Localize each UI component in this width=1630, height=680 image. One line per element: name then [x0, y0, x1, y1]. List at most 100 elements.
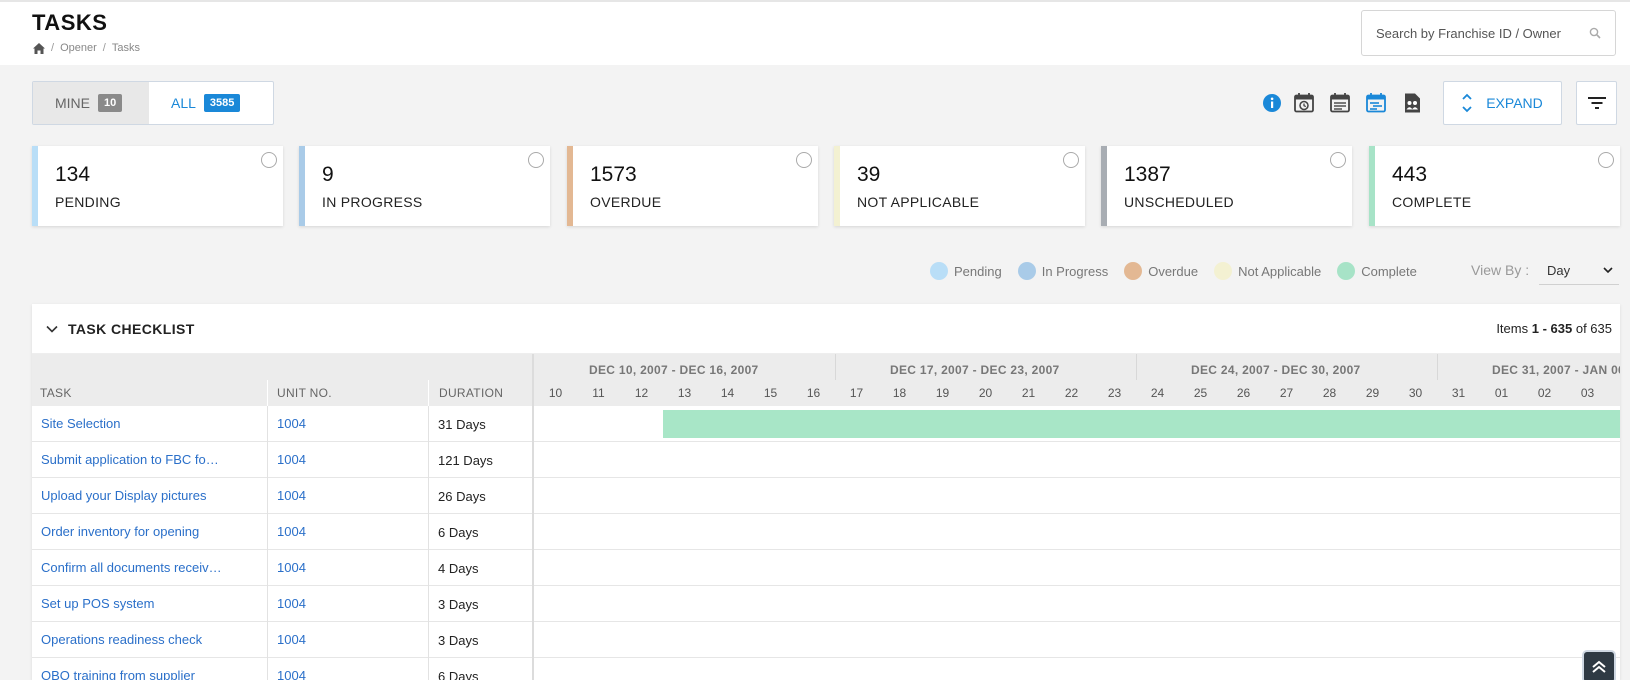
status-legend: Pending In Progress Overdue Not Applicab… [930, 262, 1433, 280]
duration-value: 3 Days [438, 597, 479, 612]
unit-link[interactable]: 1004 [277, 488, 306, 503]
unit-link[interactable]: 1004 [277, 524, 306, 539]
table-row: OBO training from supplier 1004 6 Days [32, 658, 532, 680]
scroll-to-top-button[interactable] [1582, 650, 1616, 680]
status-radio[interactable] [261, 152, 277, 168]
week-header: DEC 10, 2007 - DEC 16, 2007 [589, 363, 759, 377]
breadcrumb: / Opener / Tasks [33, 42, 140, 54]
status-count: 134 [55, 163, 91, 186]
status-radio[interactable] [1598, 152, 1614, 168]
gantt-row [534, 550, 1620, 586]
unit-link[interactable]: 1004 [277, 632, 306, 647]
info-icon[interactable] [1261, 92, 1283, 114]
search-input[interactable] [1376, 25, 1589, 41]
unit-link[interactable]: 1004 [277, 416, 306, 431]
panel-header: TASK CHECKLIST [32, 304, 1620, 354]
status-card-in-progress[interactable]: 9 IN PROGRESS [299, 146, 550, 226]
task-link[interactable]: Upload your Display pictures [41, 488, 206, 503]
items-of: of 635 [1575, 321, 1612, 336]
mine-all-toggle: MINE 10 ALL 3585 [32, 81, 274, 125]
day-header: 13 [677, 386, 692, 400]
week-divider [1437, 354, 1438, 380]
chevron-down-icon [1603, 267, 1613, 274]
week-divider [835, 354, 836, 380]
legend-dot [1017, 262, 1036, 280]
status-radio[interactable] [528, 152, 544, 168]
day-header: 19 [935, 386, 950, 400]
status-card-pending[interactable]: 134 PENDING [32, 146, 283, 226]
gantt-row [534, 586, 1620, 622]
filter-button[interactable] [1576, 81, 1617, 125]
grid-header: TASK UNIT NO. DURATION DEC 10, 2007 - DE… [32, 354, 1620, 406]
mine-tab[interactable]: MINE 10 [33, 82, 149, 124]
task-link[interactable]: Site Selection [41, 416, 121, 431]
table-row: Site Selection 1004 31 Days [32, 406, 532, 442]
status-radio[interactable] [1063, 152, 1079, 168]
items-range: 1 - 635 [1531, 321, 1573, 336]
column-header-unit[interactable]: UNIT NO. [277, 386, 332, 400]
status-card-overdue[interactable]: 1573 OVERDUE [567, 146, 818, 226]
status-count: 39 [857, 163, 881, 186]
calendar-list-icon[interactable] [1329, 92, 1351, 114]
user-report-icon[interactable] [1401, 92, 1423, 114]
legend-dot [1337, 262, 1356, 280]
breadcrumb-item-opener[interactable]: Opener [60, 42, 97, 54]
week-divider [1136, 354, 1137, 380]
column-header-duration[interactable]: DURATION [439, 386, 503, 400]
duration-value: 3 Days [438, 633, 479, 648]
day-header: 11 [592, 386, 605, 400]
status-card-unscheduled[interactable]: 1387 UNSCHEDULED [1101, 146, 1352, 226]
status-card-complete[interactable]: 443 COMPLETE [1369, 146, 1620, 226]
search-icon[interactable] [1589, 27, 1601, 39]
chevron-down-icon[interactable] [46, 325, 58, 333]
task-link[interactable]: Set up POS system [41, 596, 154, 611]
task-link[interactable]: Confirm all documents receiv… [41, 560, 222, 575]
unit-link[interactable]: 1004 [277, 452, 306, 467]
legend-dot [1214, 262, 1233, 280]
day-header: 15 [763, 386, 778, 400]
status-count: 1387 [1124, 163, 1171, 186]
task-link[interactable]: OBO training from supplier [41, 668, 195, 680]
home-icon[interactable] [33, 42, 45, 54]
day-header: 02 [1537, 386, 1552, 400]
page-title: TASKS [32, 10, 108, 35]
status-radio[interactable] [1330, 152, 1346, 168]
status-radio[interactable] [796, 152, 812, 168]
unit-link[interactable]: 1004 [277, 668, 306, 680]
task-link[interactable]: Operations readiness check [41, 632, 202, 647]
column-header-task[interactable]: TASK [40, 386, 72, 400]
day-header: 30 [1408, 386, 1423, 400]
day-header: 18 [892, 386, 907, 400]
duration-value: 31 Days [438, 417, 486, 432]
task-link[interactable]: Order inventory for opening [41, 524, 199, 539]
table-row: Order inventory for opening 1004 6 Days [32, 514, 532, 550]
legend-item-in-progress: In Progress [1017, 262, 1108, 280]
calendar-clock-icon[interactable] [1293, 92, 1315, 114]
day-header: 01 [1494, 386, 1509, 400]
gantt-bar[interactable] [663, 410, 1620, 438]
mine-label: MINE [55, 95, 90, 111]
gantt-row [534, 622, 1620, 658]
legend-item-overdue: Overdue [1124, 262, 1198, 280]
duration-value: 6 Days [438, 669, 479, 680]
column-divider [428, 380, 429, 406]
status-count: 9 [322, 163, 334, 186]
all-label: ALL [171, 95, 196, 111]
duration-value: 26 Days [438, 489, 486, 504]
calendar-gantt-icon[interactable] [1365, 92, 1387, 114]
double-chevron-up-icon [1592, 660, 1606, 673]
table-row: Confirm all documents receiv… 1004 4 Days [32, 550, 532, 586]
day-header: 28 [1322, 386, 1337, 400]
expand-button[interactable]: EXPAND [1443, 81, 1562, 125]
breadcrumb-separator: / [102, 42, 106, 54]
status-label: COMPLETE [1392, 194, 1472, 210]
unit-link[interactable]: 1004 [277, 596, 306, 611]
task-link[interactable]: Submit application to FBC fo… [41, 452, 219, 467]
duration-value: 6 Days [438, 525, 479, 540]
unit-link[interactable]: 1004 [277, 560, 306, 575]
status-label: IN PROGRESS [322, 194, 423, 210]
status-card-not-applicable[interactable]: 39 NOT APPLICABLE [834, 146, 1085, 226]
table-row: Set up POS system 1004 3 Days [32, 586, 532, 622]
all-tab[interactable]: ALL 3585 [149, 82, 273, 124]
view-by-select[interactable]: Day [1539, 257, 1619, 285]
